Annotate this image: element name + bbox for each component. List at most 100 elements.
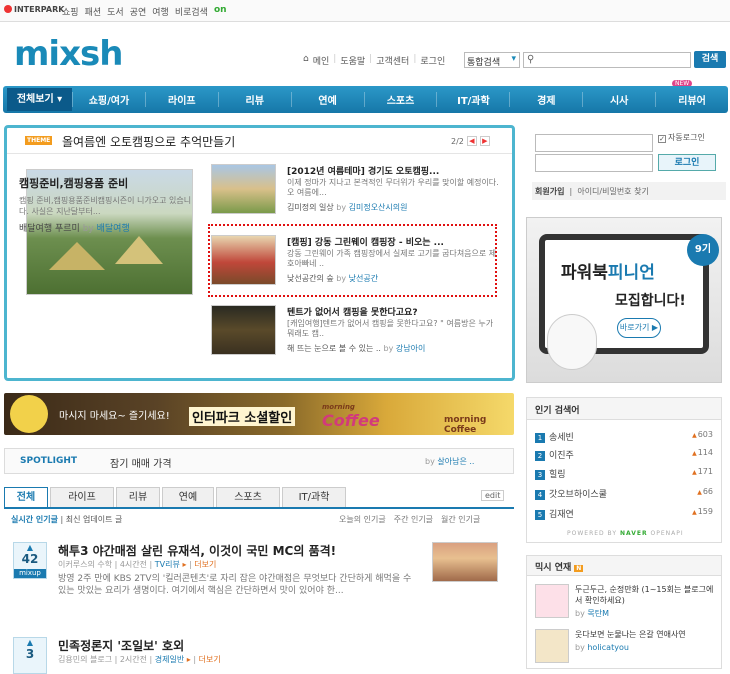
item-blog-link[interactable]: 강남아이 bbox=[396, 344, 425, 353]
item-thumbnail[interactable] bbox=[211, 305, 276, 355]
prev-arrow-icon[interactable]: ◀ bbox=[466, 136, 477, 146]
login-button[interactable]: 로그인 bbox=[658, 154, 716, 171]
main-article-title[interactable]: 캠핑준비,캠핑용품 준비 bbox=[19, 175, 128, 191]
post-title[interactable]: 민족정론지 '조일보' 호외 bbox=[58, 637, 184, 654]
search-button[interactable]: 검색 bbox=[694, 51, 726, 68]
nav-sports[interactable]: 스포츠 bbox=[363, 92, 437, 107]
category-tabs: 전체 라이프 리뷰 연예 스포츠 IT/과학 bbox=[4, 487, 514, 509]
item-author[interactable]: 김미정의 일상 bbox=[287, 203, 334, 212]
tab-life[interactable]: 라이프 bbox=[50, 487, 114, 507]
search-scope-select[interactable]: 통합검색 bbox=[464, 51, 520, 68]
series-title[interactable]: 웃다보면 눈물나는 은갈 연애사연 bbox=[575, 629, 715, 640]
item-title[interactable]: 텐트가 없어서 캠핑을 못한다고요? bbox=[287, 305, 418, 318]
top-link-books[interactable]: 도서 bbox=[107, 5, 124, 18]
on-toggle[interactable]: on bbox=[214, 5, 227, 18]
post-thumbnail[interactable] bbox=[432, 542, 498, 582]
main-author[interactable]: 배달여행 푸르미 bbox=[19, 224, 80, 234]
series-thumbnail[interactable] bbox=[535, 629, 569, 663]
keyword[interactable]: 이진주 bbox=[549, 451, 574, 461]
password-field[interactable] bbox=[535, 154, 653, 172]
join-link[interactable]: 회원가입 bbox=[535, 187, 564, 196]
promo-line-1: 파워북피니언 bbox=[561, 258, 655, 283]
tab-sports[interactable]: 스포츠 bbox=[216, 487, 280, 507]
post-more[interactable]: 더보기 bbox=[194, 560, 216, 569]
keyword[interactable]: 김재연 bbox=[549, 510, 574, 520]
nav-current[interactable]: 시사 bbox=[582, 92, 655, 107]
nav-entertainment[interactable]: 연예 bbox=[290, 92, 364, 107]
tab-it[interactable]: IT/과학 bbox=[282, 487, 346, 507]
series-author[interactable]: 목탄M bbox=[587, 609, 609, 618]
post-more[interactable]: 더보기 bbox=[199, 655, 221, 664]
mixup-vote[interactable]: ▲ 42 mixup bbox=[13, 542, 47, 579]
find-account-link[interactable]: 아이디/비밀번호 찾기 bbox=[577, 187, 648, 196]
util-link-login[interactable]: 로그인 bbox=[420, 54, 445, 67]
keyword-row[interactable]: 4 갓오브하이스쿨 66 bbox=[535, 487, 713, 501]
keyword[interactable]: 힐링 bbox=[549, 470, 566, 480]
keyword-row[interactable]: 5 김재연 159 bbox=[535, 507, 713, 521]
separator: | bbox=[413, 54, 417, 64]
tab-entertainment[interactable]: 연예 bbox=[162, 487, 214, 507]
item-thumbnail[interactable] bbox=[211, 164, 276, 214]
top-link-shows[interactable]: 공연 bbox=[130, 5, 147, 18]
nav-all-button[interactable]: 전체보기 ▾ bbox=[7, 88, 72, 111]
top-link-search[interactable]: 비로검색 bbox=[175, 5, 208, 18]
site-logo[interactable]: mixsh bbox=[14, 34, 123, 74]
top-link-fashion[interactable]: 패션 bbox=[85, 5, 102, 18]
series-item[interactable]: 웃다보면 눈물나는 은갈 연애사연 by holicatyou bbox=[535, 629, 715, 669]
series-item[interactable]: 두근두근, 순정만화 (1~15회는 블로그에서 확인하세요) by 목탄M bbox=[535, 584, 715, 624]
period-today[interactable]: 오늘의 인기글 bbox=[339, 514, 386, 525]
util-link-help[interactable]: 도움말 bbox=[340, 54, 365, 67]
auto-login-checkbox[interactable]: ✓ 자동로그인 bbox=[658, 132, 705, 143]
subtab-realtime[interactable]: 실시간 인기글 bbox=[11, 515, 58, 524]
item-title[interactable]: [2012년 여름테마] 경기도 오토캠핑... bbox=[287, 164, 439, 177]
sub-tabs: 실시간 인기글 | 최신 업데이트 글 bbox=[11, 515, 123, 524]
nav-life[interactable]: 라이프 bbox=[144, 92, 218, 107]
keyword-row[interactable]: 1 송세빈 603 bbox=[535, 430, 713, 444]
tab-review[interactable]: 리뷰 bbox=[116, 487, 160, 507]
theme-item[interactable]: [2012년 여름테마] 경기도 오토캠핑... 이제 정마가 지나고 본격적인… bbox=[211, 164, 501, 217]
post-category[interactable]: 경제일반 bbox=[155, 655, 184, 664]
util-link-main[interactable]: 메인 bbox=[313, 54, 330, 67]
top-link-shopping[interactable]: 쇼핑 bbox=[62, 5, 79, 18]
post-title[interactable]: 해투3 야간매점 살린 유재석, 이것이 국민 MC의 품격! bbox=[58, 542, 336, 559]
post-author[interactable]: 이커루스의 수학 bbox=[58, 560, 112, 569]
interpark-logo[interactable]: INTERPARK bbox=[4, 5, 64, 14]
item-blog-link[interactable]: 김미정오산시의원 bbox=[349, 203, 408, 212]
tab-all[interactable]: 전체 bbox=[4, 487, 48, 507]
by-label: by bbox=[336, 203, 347, 212]
spotlight-text[interactable]: 잠기 매매 가격 bbox=[110, 455, 172, 470]
theme-title[interactable]: 올여름엔 오토캠핑으로 추억만들기 bbox=[62, 133, 235, 150]
top-link-travel[interactable]: 여행 bbox=[152, 5, 169, 18]
search-input[interactable]: ⚲ bbox=[523, 51, 691, 68]
keyword[interactable]: 송세빈 bbox=[549, 433, 574, 443]
keyword-row[interactable]: 3 힐링 171 bbox=[535, 467, 713, 481]
post-author[interactable]: 김용민의 블로그 bbox=[58, 655, 112, 664]
nav-it[interactable]: IT/과학 bbox=[436, 92, 509, 107]
nav-reviewer[interactable]: 리뷰어 bbox=[655, 92, 728, 107]
nav-review[interactable]: 리뷰 bbox=[217, 92, 291, 107]
main-blog-link[interactable]: 배달여행 bbox=[97, 224, 130, 234]
nav-shopping[interactable]: 쇼핑/여가 bbox=[72, 92, 145, 107]
nav-economy[interactable]: 경제 bbox=[509, 92, 582, 107]
post-category[interactable]: TV리뷰 bbox=[155, 560, 180, 569]
series-thumbnail[interactable] bbox=[535, 584, 569, 618]
spotlight-author[interactable]: 살아남은 .. bbox=[437, 457, 474, 466]
mixup-vote[interactable]: ▲ 3 bbox=[13, 637, 47, 674]
edit-button[interactable]: edit bbox=[481, 490, 505, 501]
coffee-banner[interactable]: 마시지 마세요~ 즐기세요! 인터파크 소셜할인 morning Coffee m… bbox=[4, 393, 514, 435]
util-link-support[interactable]: 고객센터 bbox=[376, 54, 409, 67]
period-week[interactable]: 주간 인기글 bbox=[394, 514, 433, 525]
series-title[interactable]: 두근두근, 순정만화 (1~15회는 블로그에서 확인하세요) bbox=[575, 584, 715, 606]
theme-item[interactable]: 텐트가 없어서 캠핑을 못한다고요? [캐임여행]텐트가 없어서 캠핑을 못한다… bbox=[211, 305, 501, 358]
keyword[interactable]: 갓오브하이스쿨 bbox=[549, 490, 607, 500]
period-month[interactable]: 월간 인기글 bbox=[441, 514, 480, 525]
powerblogger-banner[interactable]: 9기 파워북피니언 모집합니다! 바로가기 ▶ bbox=[526, 217, 722, 383]
next-arrow-icon[interactable]: ▶ bbox=[479, 136, 490, 146]
subtab-latest[interactable]: 최신 업데이트 글 bbox=[66, 515, 123, 524]
keyword-row[interactable]: 2 이진주 114 bbox=[535, 448, 713, 462]
user-id-field[interactable] bbox=[535, 134, 653, 152]
new-icon: N bbox=[574, 565, 584, 572]
go-button[interactable]: 바로가기 ▶ bbox=[617, 318, 661, 338]
item-author[interactable]: 해 뜨는 눈으로 볼 수 있는 .. bbox=[287, 344, 381, 353]
series-author[interactable]: holicatyou bbox=[587, 643, 629, 652]
